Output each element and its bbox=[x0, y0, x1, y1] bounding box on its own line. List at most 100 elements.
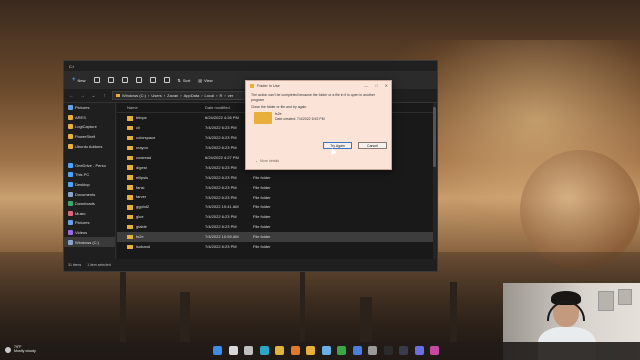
sidebar-item-icon bbox=[68, 201, 73, 207]
explorer-tab-title[interactable]: C:\ bbox=[69, 64, 74, 69]
maximize-icon[interactable]: □ bbox=[375, 83, 377, 88]
copy-icon[interactable] bbox=[107, 77, 114, 83]
breadcrumb-segment[interactable]: Users bbox=[151, 93, 161, 98]
vertical-scrollbar[interactable] bbox=[433, 103, 436, 259]
forward-icon[interactable]: → bbox=[79, 93, 86, 99]
sidebar-item-icon bbox=[68, 230, 73, 236]
sidebar-item[interactable]: Pictures bbox=[64, 103, 115, 113]
scroll-thumb[interactable] bbox=[433, 107, 436, 167]
chevron-down-icon[interactable]: ⌄ bbox=[90, 93, 97, 99]
file-type: File folder bbox=[253, 204, 271, 210]
sidebar-item[interactable]: Downloads bbox=[64, 199, 115, 209]
sidebar-item[interactable]: ARES bbox=[64, 113, 115, 123]
sidebar-item bbox=[64, 151, 115, 161]
plus-icon: + bbox=[72, 77, 76, 83]
terminal-icon[interactable] bbox=[383, 346, 393, 355]
folder-icon bbox=[250, 83, 254, 88]
sidebar-item[interactable]: Music bbox=[64, 209, 115, 219]
taskview-icon[interactable] bbox=[244, 346, 253, 355]
photos-icon[interactable] bbox=[321, 346, 331, 355]
breadcrumb-segment[interactable]: Local bbox=[205, 93, 215, 98]
paste-icon[interactable] bbox=[121, 77, 128, 83]
file-row[interactable]: farver 7/4/2022 6:23 PM File folder bbox=[117, 192, 435, 202]
sidebar-item[interactable]: Pictures bbox=[64, 218, 115, 228]
more-details-toggle[interactable]: ⌄ More details bbox=[255, 159, 279, 163]
taskbar-apps bbox=[213, 346, 439, 355]
file-type: File folder bbox=[253, 184, 271, 190]
file-date: 7/4/2022 6:23 PM bbox=[205, 174, 237, 180]
sidebar-item[interactable]: Desktop bbox=[64, 180, 115, 190]
new-button[interactable]: + New bbox=[72, 77, 86, 83]
file-date: 7/4/2022 10:41 AM bbox=[205, 204, 239, 210]
breadcrumb-segment[interactable]: Windows (C:) bbox=[122, 93, 146, 98]
file-type: File folder bbox=[253, 194, 271, 200]
breadcrumb-segment[interactable]: AppData bbox=[184, 93, 200, 98]
rename-icon[interactable] bbox=[135, 77, 142, 83]
sidebar-item[interactable]: OneDrive - Perso bbox=[64, 161, 115, 171]
obs-icon[interactable] bbox=[399, 346, 408, 355]
folder-icon bbox=[127, 244, 133, 250]
file-row[interactable]: gtable 7/4/2022 6:23 PM File folder bbox=[117, 222, 435, 232]
sort-button[interactable]: ⇅ Sort bbox=[178, 78, 191, 83]
try-again-button[interactable]: Try Again bbox=[323, 142, 352, 149]
breadcrumb-segment[interactable]: Zavan bbox=[167, 93, 178, 98]
sidebar-item[interactable]: This PC bbox=[64, 170, 115, 180]
xbox-icon[interactable] bbox=[337, 346, 346, 355]
cut-icon[interactable] bbox=[93, 77, 100, 83]
file-row[interactable]: fansi 7/4/2022 6:23 PM File folder bbox=[117, 182, 435, 192]
weather-widget[interactable]: 79°F Mostly cloudy bbox=[5, 345, 36, 354]
breadcrumb-segment[interactable]: ver bbox=[228, 93, 234, 98]
status-bar: 31 items 1 item selected bbox=[64, 259, 437, 271]
file-row[interactable]: ggplot2 7/4/2022 10:41 AM File folder bbox=[117, 202, 435, 212]
sidebar-item[interactable]: Videos bbox=[64, 228, 115, 238]
delete-icon[interactable] bbox=[163, 77, 170, 83]
sidebar-item[interactable]: LogiCapture bbox=[64, 122, 115, 132]
sidebar-item[interactable]: PowerShell bbox=[64, 132, 115, 142]
up-icon[interactable]: ↑ bbox=[101, 93, 108, 99]
file-row[interactable]: fs2e 7/4/2022 10:59 AM File folder bbox=[117, 231, 435, 242]
folder-icon bbox=[127, 234, 133, 240]
sidebar-item[interactable]: Ubuntu Addons bbox=[64, 141, 115, 151]
folder-icon bbox=[127, 135, 133, 141]
view-button[interactable]: ▤ View bbox=[198, 78, 212, 83]
sidebar-item-icon bbox=[68, 172, 73, 178]
edge-icon[interactable] bbox=[259, 346, 269, 355]
file-name: colorspace bbox=[136, 135, 156, 141]
file-date: 7/4/2022 6:23 PM bbox=[205, 194, 237, 200]
file-row[interactable]: glue 7/4/2022 6:23 PM File folder bbox=[117, 212, 435, 222]
breadcrumb-segment[interactable]: R bbox=[219, 93, 222, 98]
dialog-message: The action can't be completed because th… bbox=[251, 93, 376, 102]
search-icon[interactable] bbox=[228, 346, 238, 355]
column-header-name[interactable]: Name bbox=[117, 105, 205, 110]
app15-icon[interactable] bbox=[430, 346, 439, 355]
share-icon[interactable] bbox=[149, 77, 156, 83]
close-icon[interactable]: ✕ bbox=[385, 83, 388, 88]
sidebar-item-icon bbox=[68, 105, 73, 111]
minimize-icon[interactable]: — bbox=[364, 83, 368, 88]
file-date: 7/4/2022 6:23 PM bbox=[205, 184, 237, 190]
sidebar-item[interactable]: Windows (C:) bbox=[64, 237, 115, 247]
cloud-icon bbox=[5, 347, 11, 353]
file-name: isoband bbox=[136, 243, 151, 249]
chrome-icon[interactable] bbox=[275, 346, 284, 355]
more-details-label: More details bbox=[259, 159, 280, 163]
store-icon[interactable] bbox=[352, 346, 362, 355]
file-row[interactable]: ellipsis 7/4/2022 6:23 PM File folder bbox=[117, 172, 435, 182]
explorer-icon[interactable] bbox=[306, 346, 315, 355]
sidebar-item[interactable]: Documents bbox=[64, 189, 115, 199]
back-icon[interactable]: ← bbox=[68, 93, 75, 99]
settings-icon[interactable] bbox=[368, 346, 377, 355]
dialog-instruction: Close the folder or file and try again. bbox=[251, 105, 308, 110]
view-icon: ▤ bbox=[198, 77, 203, 83]
file-date: 7/4/2022 6:23 PM bbox=[205, 224, 237, 230]
sort-icon: ⇅ bbox=[177, 77, 181, 83]
cancel-button[interactable]: Cancel bbox=[358, 142, 387, 149]
sidebar-item-label: Pictures bbox=[75, 105, 90, 111]
file-row[interactable]: isoband 7/4/2022 6:23 PM File folder bbox=[117, 242, 435, 252]
wallpaper-tower bbox=[360, 297, 372, 342]
discord-icon[interactable] bbox=[414, 346, 424, 355]
file-name: digest bbox=[136, 164, 147, 170]
firefox-icon[interactable] bbox=[290, 346, 300, 355]
folder-icon bbox=[254, 112, 272, 125]
windows-icon[interactable] bbox=[213, 346, 222, 355]
